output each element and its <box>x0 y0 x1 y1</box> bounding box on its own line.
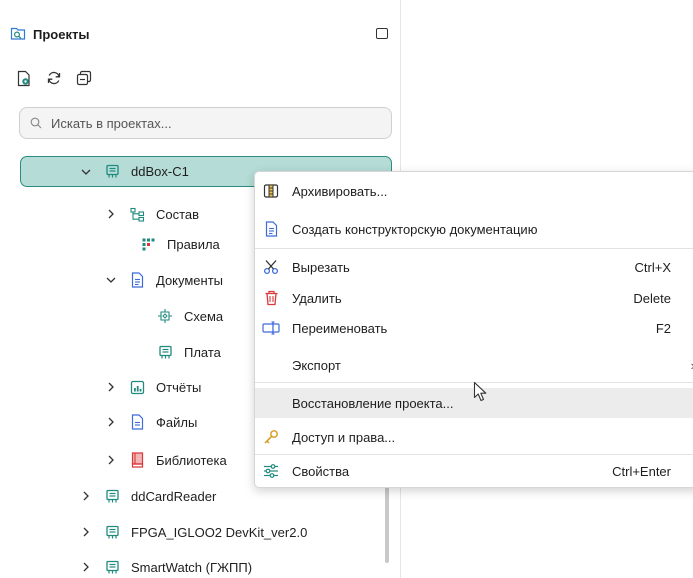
tree-item-label: Схема <box>184 308 224 324</box>
search-input[interactable] <box>51 115 351 131</box>
schematic-icon <box>157 308 173 324</box>
tree-item-plata[interactable]: Плата <box>0 337 221 367</box>
collapse-all-button[interactable] <box>73 68 94 89</box>
menu-item-label: Экспорт <box>292 357 341 373</box>
tree-item-label: Документы <box>156 272 224 288</box>
mouse-cursor-icon <box>473 381 489 406</box>
menu-item-properties[interactable]: Свойства Ctrl+Enter <box>255 456 693 486</box>
scissors-icon <box>262 258 280 276</box>
open-project-button[interactable] <box>13 68 34 89</box>
chevron-right-icon[interactable] <box>104 453 118 467</box>
collapse-all-icon <box>76 70 91 86</box>
tree-item-label: SmartWatch (ГЖПП) <box>131 559 253 575</box>
hierarchy-icon <box>129 206 145 222</box>
tree-item-otchety[interactable]: Отчёты <box>0 372 201 402</box>
menu-item-shortcut: Ctrl+X <box>634 259 671 275</box>
menu-item-archive[interactable]: Архивировать... <box>255 176 693 206</box>
menu-item-shortcut: Ctrl+Enter <box>612 463 671 479</box>
maximize-panel-button[interactable] <box>376 28 388 39</box>
board-icon <box>104 488 120 504</box>
tree-item-label: ddCardReader <box>131 488 217 504</box>
tree-item-biblioteka[interactable]: Библиотека <box>0 445 227 475</box>
board-icon <box>104 559 120 575</box>
board-icon <box>157 344 173 360</box>
chevron-right-icon[interactable] <box>104 415 118 429</box>
context-menu: Архивировать... Создать конструкторскую … <box>254 171 693 488</box>
menu-item-label: Доступ и права... <box>292 429 396 445</box>
open-project-icon <box>17 70 30 86</box>
panel-toolbar <box>13 67 94 89</box>
search-box[interactable] <box>19 107 392 139</box>
menu-item-create-design-docs[interactable]: Создать конструкторскую документацию <box>255 214 693 244</box>
menu-item-label: Восстановление проекта... <box>292 395 454 411</box>
menu-item-label: Переименовать <box>292 320 388 336</box>
tree-item-ddcardreader[interactable]: ddCardReader <box>0 481 216 511</box>
tree-item-sostav[interactable]: Состав <box>0 199 199 229</box>
tree-item-label: Библиотека <box>156 452 227 468</box>
chevron-down-icon[interactable] <box>104 273 118 287</box>
menu-item-label: Архивировать... <box>292 183 388 199</box>
menu-item-export[interactable]: Экспорт › <box>255 350 693 380</box>
menu-item-delete[interactable]: Удалить Delete <box>255 283 693 313</box>
tree-item-fpga-igloo2[interactable]: FPGA_IGLOO2 DevKit_ver2.0 <box>0 517 307 547</box>
chevron-right-icon[interactable] <box>104 380 118 394</box>
archive-icon <box>262 182 280 200</box>
chevron-right-icon[interactable] <box>79 525 93 539</box>
tree-item-label: FPGA_IGLOO2 DevKit_ver2.0 <box>131 524 308 540</box>
key-icon <box>262 428 280 446</box>
tree-item-dokumenty[interactable]: Документы <box>0 265 223 295</box>
panel-title: Проекты <box>33 26 90 42</box>
menu-item-label: Создать конструкторскую документацию <box>292 221 538 237</box>
chevron-right-icon[interactable] <box>79 489 93 503</box>
projects-panel-icon <box>10 25 26 44</box>
document-icon <box>129 272 145 288</box>
menu-item-label: Удалить <box>292 290 342 306</box>
menu-separator <box>255 454 693 455</box>
tree-item-label: Плата <box>184 344 221 360</box>
menu-separator <box>255 248 693 249</box>
chevron-right-icon[interactable] <box>104 207 118 221</box>
rename-icon <box>262 319 280 337</box>
menu-item-rename[interactable]: Переименовать F2 <box>255 313 693 343</box>
tree-item-pravila[interactable]: Правила <box>0 229 220 259</box>
tree-item-label: Правила <box>167 236 220 252</box>
rules-grid-icon <box>140 236 156 252</box>
file-icon <box>129 414 145 430</box>
tree-item-label: Состав <box>156 206 200 222</box>
sliders-icon <box>262 462 280 480</box>
library-icon <box>129 452 145 468</box>
tree-item-label: ddBox-C1 <box>131 164 189 179</box>
report-icon <box>129 379 145 395</box>
menu-item-cut[interactable]: Вырезать Ctrl+X <box>255 252 693 282</box>
tree-item-label: Файлы <box>156 414 198 430</box>
tree-item-smartwatch[interactable]: SmartWatch (ГЖПП) <box>0 552 252 578</box>
board-icon <box>104 524 120 540</box>
chevron-down-icon[interactable] <box>79 165 93 179</box>
menu-item-shortcut: F2 <box>655 320 671 336</box>
trash-icon <box>262 289 280 307</box>
document-icon <box>262 220 280 238</box>
chevron-right-icon[interactable] <box>79 560 93 574</box>
tree-item-label: Отчёты <box>156 379 202 395</box>
search-icon <box>30 117 42 129</box>
tree-item-skhema[interactable]: Схема <box>0 301 223 331</box>
tree-item-faily[interactable]: Файлы <box>0 407 197 437</box>
refresh-icon <box>47 71 60 85</box>
menu-item-label: Свойства <box>292 463 350 479</box>
refresh-button[interactable] <box>43 68 64 89</box>
menu-item-label: Вырезать <box>292 259 350 275</box>
menu-item-access-rights[interactable]: Доступ и права... <box>255 422 693 452</box>
panel-header: Проекты <box>10 23 395 45</box>
board-icon <box>104 164 120 180</box>
menu-item-shortcut: Delete <box>633 290 671 306</box>
